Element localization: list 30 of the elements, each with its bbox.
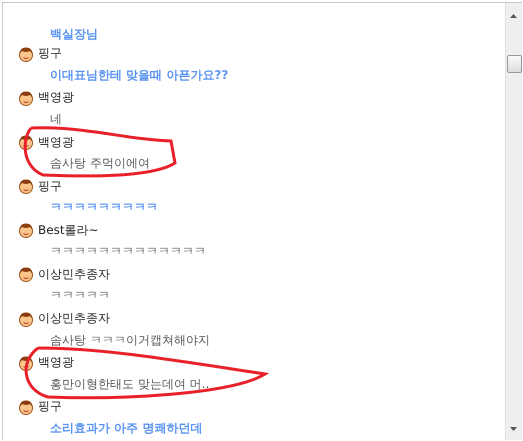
scroll-down-icon[interactable] (510, 427, 517, 431)
avatar-icon (18, 90, 34, 106)
chat-message: ㅋㅋㅋㅋㅋㅋㅋㅋㅋ (50, 199, 159, 216)
avatar-icon (18, 46, 34, 62)
avatar-icon (18, 398, 34, 415)
chat-message: 솜사탕 주먹이에여 (50, 155, 151, 172)
sender-name: Best롤라~ (38, 222, 99, 239)
chat-message: ㅋㅋㅋㅋㅋㅋㅋㅋㅋㅋㅋㅋㅋ (50, 243, 207, 260)
chat-message: 솜사탕 ㅋㅋㅋ이거캡쳐해야지 (50, 332, 211, 349)
chat-message: 홍만이형한태도 맞는데여 머.. (50, 376, 210, 393)
avatar-icon (18, 310, 34, 327)
sender-name: 백영광 (38, 134, 74, 150)
sender-name: 핑구 (38, 45, 62, 62)
chat-message: 이대표님한테 맞을때 아픈가요?? (50, 66, 230, 84)
chat-message: 소리효과가 아주 명쾌하던데 (50, 420, 204, 437)
chat-message: ㅋㅋㅋㅋㅋ (50, 287, 111, 304)
scrollbar[interactable] (505, 3, 522, 440)
sender-name: 핑구 (38, 398, 62, 416)
sender-name: 백영광 (38, 354, 74, 372)
sender-name: 이상민추종자 (38, 310, 110, 328)
sender-name: 이상민추종자 (38, 266, 110, 283)
avatar-icon (18, 222, 34, 238)
chat-message: 네 (50, 110, 63, 128)
avatar-icon (18, 178, 34, 194)
scroll-thumb[interactable] (507, 55, 522, 73)
avatar-icon (18, 266, 34, 282)
chat-message: 백실장님 (50, 26, 99, 43)
scroll-up-icon[interactable] (510, 14, 517, 18)
sender-name: 핑구 (38, 178, 62, 195)
sender-name: 백영광 (38, 89, 74, 106)
